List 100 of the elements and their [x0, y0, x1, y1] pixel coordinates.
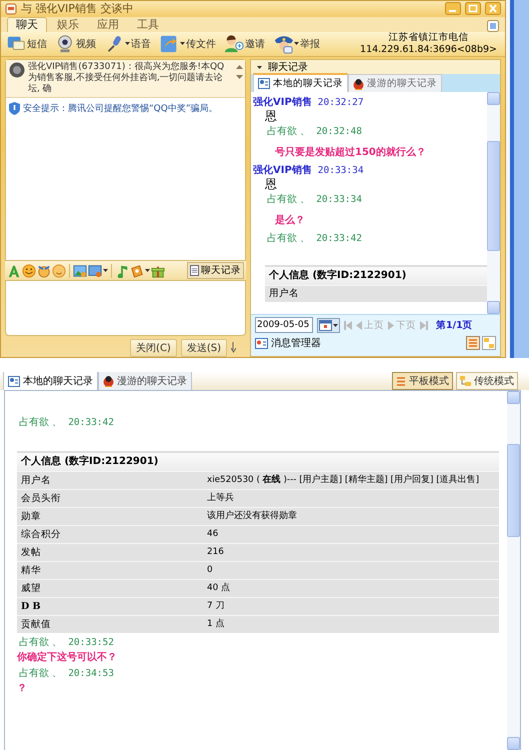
table-cell-text: 贡献值	[20, 618, 52, 632]
table-cell-text: 会员头衔	[20, 492, 62, 506]
menu-tab[interactable]: 应用	[89, 18, 127, 32]
emoticon-icon[interactable]	[37, 264, 51, 278]
sender-line: 占有欲 、 20:33:42	[18, 417, 115, 429]
toolbar-button[interactable]: 邀请	[223, 32, 266, 55]
menu-tab[interactable]: 娱乐	[49, 18, 87, 32]
minimize-icon[interactable]	[445, 2, 461, 16]
contact-card-icon	[258, 78, 270, 89]
maximize-icon[interactable]	[465, 2, 481, 16]
avatar-icon	[9, 62, 25, 78]
scroll-down-icon[interactable]	[236, 75, 243, 79]
caret-icon	[333, 324, 338, 326]
webcam-icon	[55, 34, 75, 54]
ip-address: 114.229.61.84:3696<08b9>	[360, 44, 497, 56]
window-title: 与 强化VIP销售 交谈中	[21, 1, 134, 16]
table-cell-text: D B	[20, 600, 42, 614]
file-transfer-icon	[159, 34, 179, 54]
view-mode-button[interactable]: 平板模式	[392, 372, 453, 390]
toolbar-button[interactable]: 举报	[272, 32, 321, 55]
sender-line: 占有欲 、 20:33:34	[266, 194, 363, 206]
message-text: 号只要是发贴超过150的就行么？	[274, 146, 427, 159]
message-text: 恩	[264, 109, 278, 123]
send-options-icon[interactable]	[231, 342, 236, 354]
message-text: 是么？	[274, 214, 306, 227]
toolbar-button[interactable]: 视频	[54, 32, 97, 55]
table-cell-text: 精华	[20, 564, 42, 578]
gift-icon[interactable]	[151, 264, 165, 278]
shield-icon	[9, 102, 20, 115]
scrollbar[interactable]	[487, 92, 500, 314]
security-tip: 安全提示：腾讯公司提醒您警惕“QQ中奖”骗局。	[23, 102, 218, 115]
table-cell-text: 该用户还没有获得勋章	[207, 510, 298, 523]
message-input[interactable]	[5, 280, 246, 336]
table-cell-text: 7 刀	[207, 600, 226, 613]
person-add-icon	[224, 34, 244, 54]
picture-icon[interactable]	[73, 264, 87, 278]
skin-icon[interactable]	[487, 20, 499, 32]
caret-icon	[125, 42, 130, 46]
table-cell-text: 46	[207, 528, 220, 541]
table-cell-text: 勋章	[20, 510, 42, 524]
tree-view-icon	[460, 376, 471, 386]
date-field[interactable]: 2009-05-05	[255, 317, 313, 333]
table-cell-text: 0	[207, 564, 214, 577]
panel-title: 聊天记录	[268, 61, 308, 74]
toolbar-button[interactable]: 语音	[103, 32, 152, 55]
sender-line: 强化VIP销售 20:32:27	[253, 97, 365, 109]
menu-tab[interactable]: 工具	[129, 18, 167, 32]
page-indicator: 第1/1页	[436, 318, 473, 332]
caret-icon	[145, 269, 150, 272]
sender-line: 强化VIP销售 20:33:34	[253, 165, 365, 177]
send-button[interactable]: 发送(S)	[180, 339, 227, 357]
tab[interactable]: 漫游的聊天记录	[98, 372, 192, 390]
menu-tab[interactable]: 聊天	[7, 16, 47, 32]
table-cell-text: 40 点	[207, 582, 231, 595]
profile-title: 个人信息 (数字ID:2122901)	[17, 451, 499, 471]
message-manager-button[interactable]: 消息管理器	[255, 336, 321, 350]
tab[interactable]: 漫游的聊天记录	[348, 74, 442, 92]
list-view-icon	[396, 376, 406, 386]
document-icon	[190, 265, 199, 276]
toolbar-button[interactable]: 短信	[5, 32, 48, 55]
smiley-icon[interactable]	[22, 264, 36, 278]
sender-line: 占有欲 、 20:34:53	[18, 668, 115, 680]
table-cell-text: 216	[207, 546, 225, 559]
tree-view-icon[interactable]	[482, 336, 496, 350]
first-page-icon[interactable]	[344, 320, 352, 330]
message-text: 恩	[264, 177, 278, 191]
tab[interactable]: 本地的聊天记录	[253, 73, 348, 92]
sender-line: 占有欲 、 20:33:52	[18, 637, 115, 649]
table-cell-text: 发帖	[20, 546, 42, 560]
penguin-icon	[103, 375, 114, 387]
close-icon[interactable]	[485, 2, 501, 16]
message-text: ？	[17, 682, 28, 695]
scrollbar[interactable]	[507, 391, 520, 750]
table-cell-text: 上等兵	[207, 492, 235, 505]
sender-line: 占有欲 、 20:32:48	[266, 126, 363, 138]
app-icon	[5, 2, 17, 15]
sender-line: 占有欲 、 20:33:42	[266, 233, 363, 245]
list-view-icon[interactable]	[466, 336, 480, 350]
close-button[interactable]: 关闭(C)	[130, 339, 177, 357]
last-page-icon[interactable]	[420, 320, 428, 330]
penguin-icon	[353, 78, 364, 90]
caret-icon	[180, 42, 185, 46]
contact-card-icon	[255, 338, 268, 348]
tab[interactable]: 本地的聊天记录	[3, 372, 98, 390]
music-note-icon[interactable]	[115, 264, 129, 278]
view-mode-button[interactable]: 传统模式	[456, 372, 518, 390]
message-text: 你确定下这号可以不？	[17, 651, 118, 664]
calendar-button[interactable]	[317, 318, 340, 332]
toolbar-button[interactable]: 传文件	[158, 32, 217, 55]
location-text: 江苏省镇江市电信	[388, 32, 470, 44]
profile-title: 个人信息 (数字ID:2122901)	[265, 265, 487, 285]
screenshot-icon[interactable]	[88, 264, 102, 278]
table-cell-text: 用户名	[268, 287, 300, 301]
table-cell-text: xie520530 ( 在线 )--- [用户主题] [精华主题] [用户回复] [道具出售]	[207, 474, 480, 487]
table-cell-text: 1 点	[207, 618, 226, 631]
contact-card-icon	[8, 376, 20, 386]
scroll-up-icon[interactable]	[236, 65, 243, 69]
caret-icon	[294, 42, 299, 46]
calendar-icon	[319, 320, 332, 330]
chat-history-button[interactable]: 聊天记录	[187, 262, 244, 279]
